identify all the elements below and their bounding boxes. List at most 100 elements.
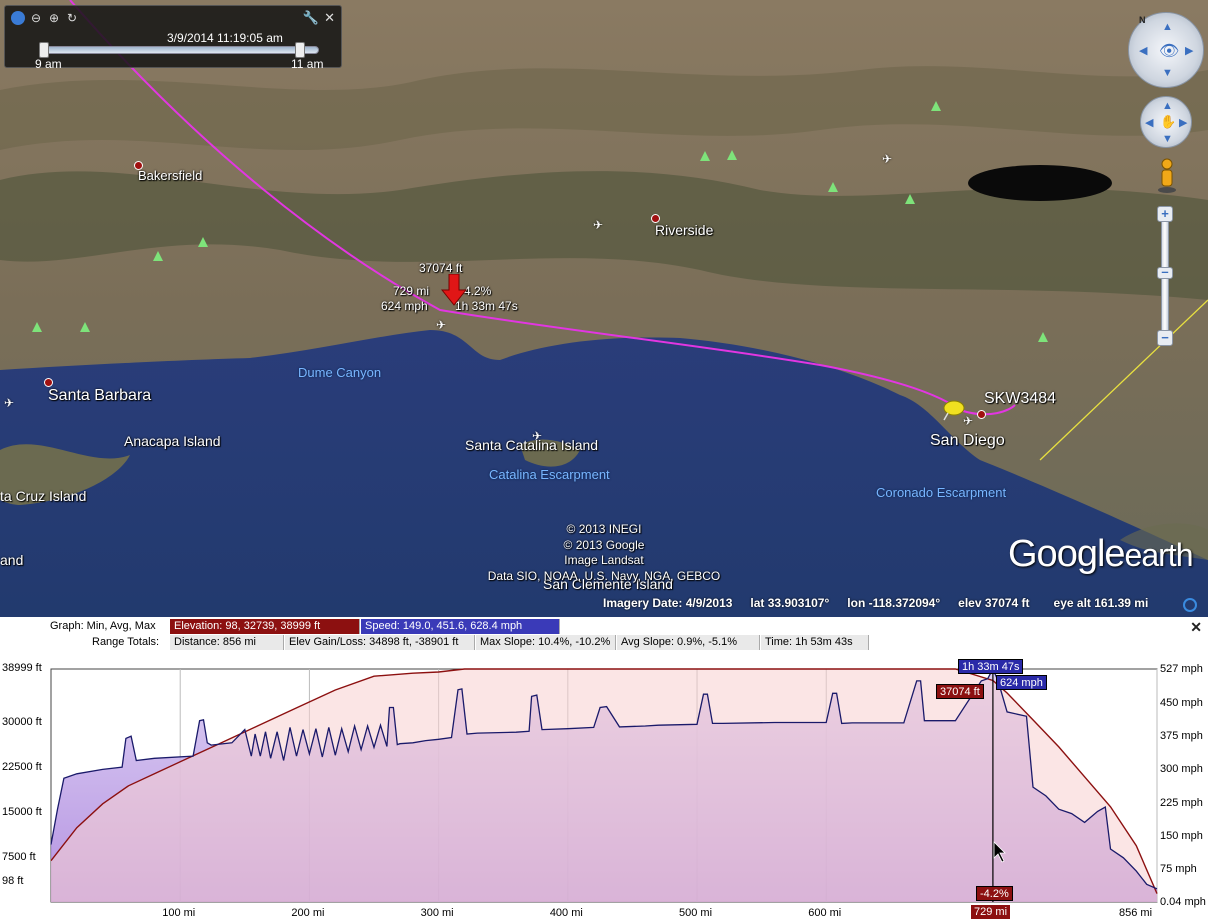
map-view[interactable]: Bakersfield Riverside Santa Barbara San … [0, 0, 1208, 617]
time-slider-end-label: 11 am [291, 57, 324, 71]
wrench-icon[interactable]: 🔧 [303, 10, 319, 26]
park-icon[interactable] [727, 150, 737, 160]
water-label-dume-canyon[interactable]: Dume Canyon [298, 365, 381, 380]
move-down-arrow-icon[interactable]: ▼ [1162, 133, 1173, 145]
time-slider-datetime: 3/9/2014 11:19:05 am [167, 31, 283, 45]
move-left-arrow-icon[interactable]: ◀ [1145, 116, 1153, 129]
y-right-tick-label: 527 mph [1160, 663, 1203, 675]
north-indicator-icon[interactable]: N [1139, 15, 1146, 25]
island-label-partial[interactable]: and [0, 552, 23, 568]
pushpin-icon[interactable] [942, 399, 966, 421]
time-slider-end-handle[interactable] [295, 42, 305, 58]
island-label-anacapa[interactable]: Anacapa Island [124, 433, 221, 449]
airport-icon[interactable]: ✈ [882, 152, 892, 166]
y-left-tick-label: 22500 ft [2, 760, 42, 773]
zoom-out-icon[interactable]: ⊖ [29, 11, 43, 25]
park-icon[interactable] [1038, 332, 1048, 342]
x-tick-label: 100 mi [162, 907, 196, 919]
zoom-in-icon[interactable]: ⊕ [47, 11, 61, 25]
max-slope-stat[interactable]: Max Slope: 10.4%, -10.2% [476, 635, 616, 650]
close-profile-icon[interactable]: ✕ [1190, 619, 1202, 636]
street-view-pegman-icon[interactable] [1157, 158, 1177, 194]
y-right-tick-label: 0.04 mph [1160, 896, 1206, 908]
move-right-arrow-icon[interactable]: ▶ [1179, 116, 1187, 129]
y-right-tick-label: 300 mph [1160, 763, 1203, 776]
look-control[interactable]: N ▲ ▼ ◀ ▶ 👁 [1128, 12, 1204, 88]
airport-icon[interactable]: ✈ [4, 396, 14, 410]
elevation-profile-panel: Graph: Min, Avg, Max Elevation: 98, 3273… [0, 617, 1208, 920]
park-icon[interactable] [80, 322, 90, 332]
water-label-coronado-escarpment[interactable]: Coronado Escarpment [876, 485, 1006, 500]
cursor-distance-flag: 729 mi [971, 905, 1011, 919]
zoom-slider-handle[interactable]: – [1157, 265, 1173, 279]
distance-stat[interactable]: Distance: 856 mi [170, 635, 284, 650]
city-label-bakersfield[interactable]: Bakersfield [138, 168, 202, 183]
time-slider-panel: ⊖ ⊕ ↻ 3/9/2014 11:19:05 am 🔧 ✕ 9 am 11 a… [4, 5, 342, 71]
y-right-tick-label: 375 mph [1160, 730, 1203, 743]
city-label-san-diego[interactable]: San Diego [930, 432, 1005, 450]
status-lon: lon -118.372094° [847, 596, 941, 610]
island-label-santa-cruz[interactable]: ta Cruz Island [0, 488, 86, 504]
airport-icon[interactable]: ✈ [593, 218, 603, 232]
move-up-arrow-icon[interactable]: ▲ [1162, 100, 1173, 112]
time-slider-start-handle[interactable] [39, 42, 49, 58]
graph-label: Graph: Min, Avg, Max [50, 620, 156, 632]
flight-label[interactable]: SKW3484 [984, 390, 1056, 408]
refresh-icon[interactable]: ↻ [65, 11, 79, 25]
elevation-speed-graph[interactable]: 1h 33m 47s 37074 ft 624 mph -4.2% 729 mi… [0, 659, 1208, 920]
airport-icon[interactable]: ✈ [532, 429, 542, 443]
x-tick-label: 400 mi [549, 907, 583, 919]
x-tick-label: 300 mi [420, 907, 454, 919]
city-label-riverside[interactable]: Riverside [655, 222, 713, 238]
look-down-arrow-icon[interactable]: ▼ [1162, 67, 1173, 79]
y-right-tick-label: 150 mph [1160, 829, 1203, 842]
water-label-catalina-escarpment[interactable]: Catalina Escarpment [489, 467, 610, 482]
elevation-stat[interactable]: Elevation: 98, 32739, 38999 ft [170, 619, 360, 634]
park-icon[interactable] [931, 101, 941, 111]
speed-stat[interactable]: Speed: 149.0, 451.6, 628.4 mph [361, 619, 560, 634]
close-icon[interactable]: ✕ [324, 10, 335, 26]
cursor-time-flag: 1h 33m 47s [958, 659, 1024, 674]
cursor-elevation-flag: 37074 ft [936, 684, 984, 699]
park-icon[interactable] [198, 237, 208, 247]
clock-icon[interactable] [11, 11, 25, 25]
x-tick-label: 200 mi [291, 907, 325, 919]
y-right-tick-label: 225 mph [1160, 796, 1203, 809]
park-icon[interactable] [828, 182, 838, 192]
copyright-line: Image Landsat [564, 553, 644, 567]
marker-altitude: 37074 ft [419, 261, 463, 275]
park-icon[interactable] [905, 194, 915, 204]
look-up-arrow-icon[interactable]: ▲ [1162, 21, 1173, 33]
flight-position-arrow-icon[interactable] [441, 274, 467, 306]
copyright-line: © 2013 INEGI [566, 522, 642, 536]
google-earth-logo: Googleearth [1008, 533, 1193, 576]
cursor-speed-flag: 624 mph [996, 675, 1047, 690]
status-elev: elev 37074 ft [958, 596, 1030, 610]
status-lat: lat 33.903107° [750, 596, 830, 610]
zoom-out-button[interactable]: − [1157, 330, 1173, 346]
time-slider-track[interactable] [39, 46, 319, 54]
move-control[interactable]: ▲ ▼ ◀ ▶ ✋ [1140, 96, 1192, 148]
look-left-arrow-icon[interactable]: ◀ [1139, 44, 1147, 57]
imagery-date: Imagery Date: 4/9/2013 [603, 596, 733, 610]
zoom-in-button[interactable]: + [1157, 206, 1173, 222]
avg-slope-stat[interactable]: Avg Slope: 0.9%, -5.1% [617, 635, 760, 650]
city-dot-san-diego[interactable] [977, 410, 986, 419]
status-bar: Imagery Date: 4/9/2013 lat 33.903107° lo… [603, 596, 1148, 610]
park-icon[interactable] [700, 151, 710, 161]
time-stat[interactable]: Time: 1h 53m 43s [761, 635, 869, 650]
marker-speed: 624 mph [381, 299, 428, 313]
x-tick-label: 600 mi [808, 907, 842, 919]
city-dot-santa-barbara[interactable] [44, 378, 53, 387]
y-left-tick-label: 38999 ft [2, 662, 42, 674]
airport-icon[interactable]: ✈ [436, 318, 446, 332]
chart-plot[interactable] [0, 659, 1208, 920]
y-right-tick-label: 450 mph [1160, 697, 1203, 710]
city-label-santa-barbara[interactable]: Santa Barbara [48, 387, 151, 405]
range-label: Range Totals: [92, 636, 160, 648]
gain-loss-stat[interactable]: Elev Gain/Loss: 34898 ft, -38901 ft [285, 635, 475, 650]
look-right-arrow-icon[interactable]: ▶ [1185, 44, 1193, 57]
park-icon[interactable] [32, 322, 42, 332]
park-icon[interactable] [153, 251, 163, 261]
y-left-tick-label: 98 ft [2, 875, 24, 887]
